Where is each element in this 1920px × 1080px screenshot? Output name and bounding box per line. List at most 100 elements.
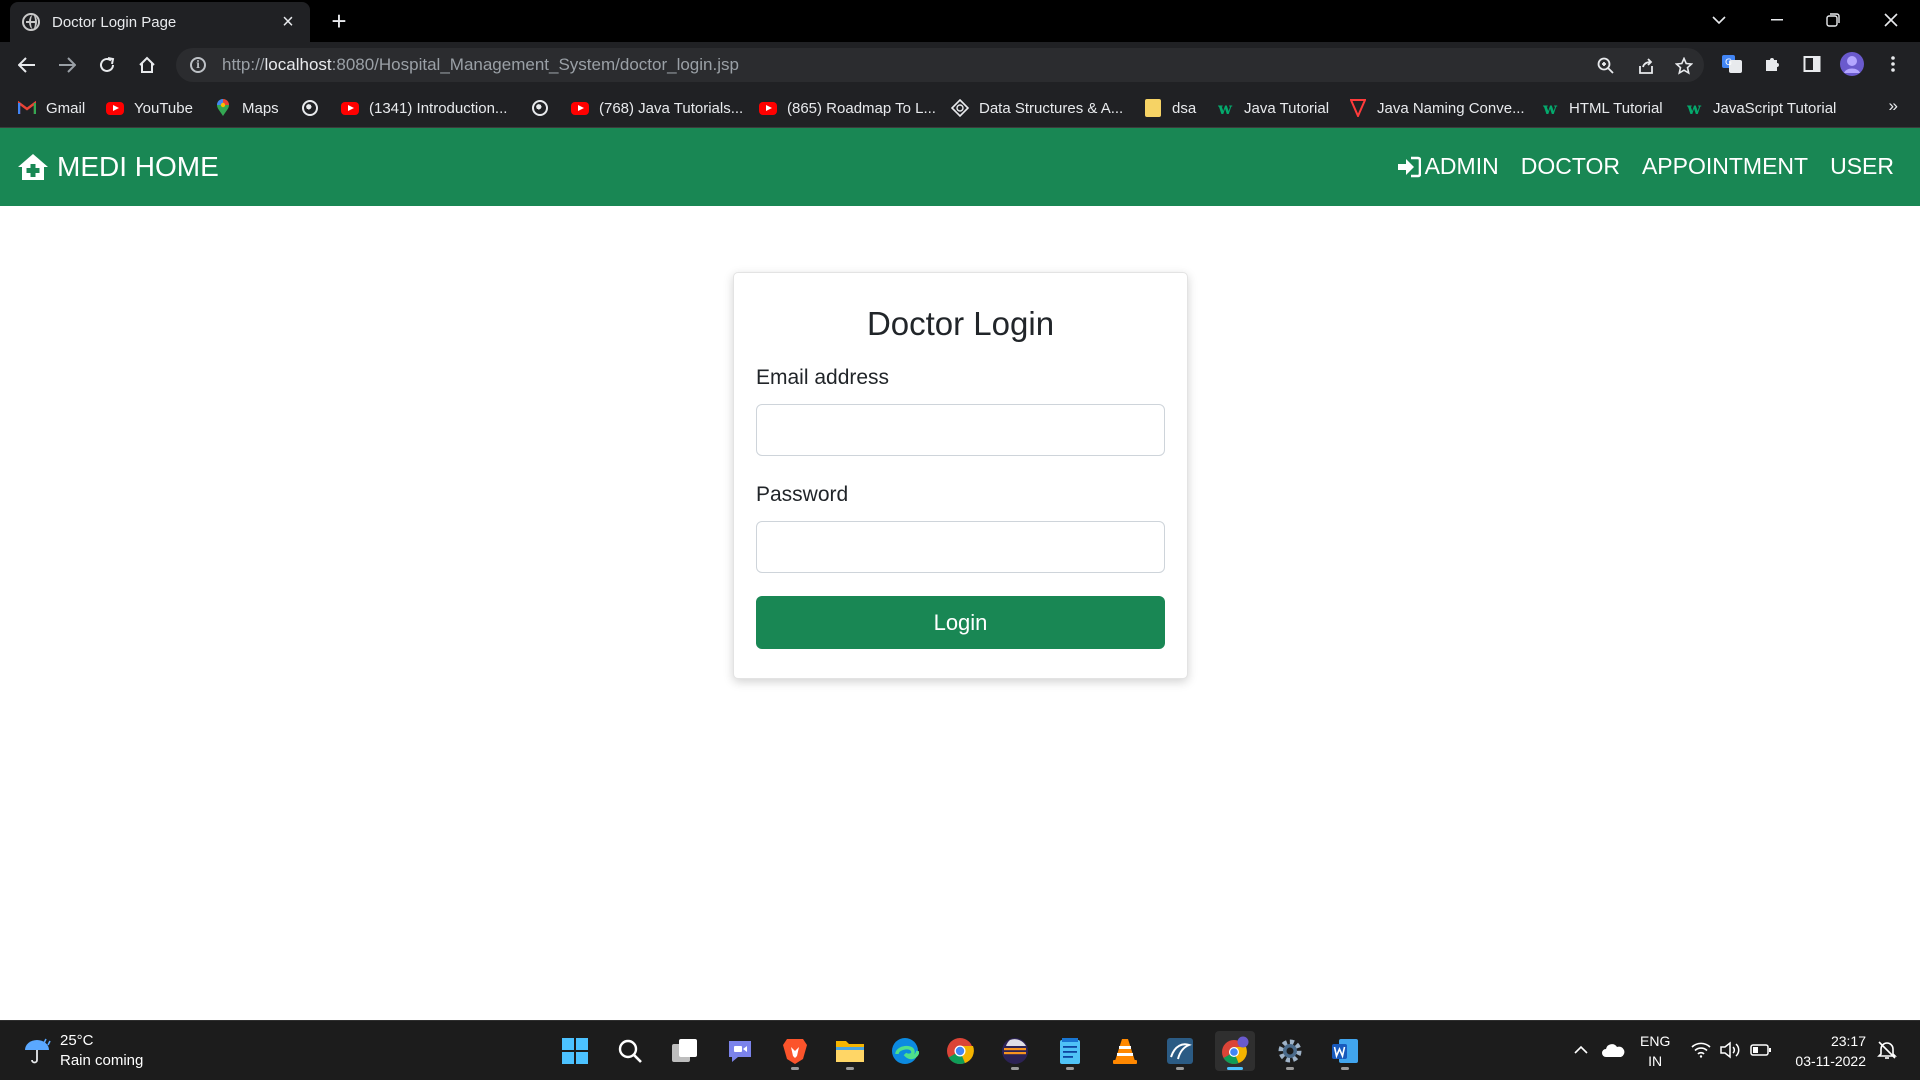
login-button[interactable]: Login [756,596,1165,649]
bookmark-label: dsa [1172,99,1197,117]
word-icon [1332,1039,1358,1063]
wifi-icon[interactable] [1688,1033,1714,1067]
profile-avatar-icon[interactable] [1838,50,1866,78]
url-text: http://localhost:8080/Hospital_Managemen… [222,55,739,75]
close-tab-icon[interactable]: × [278,12,298,32]
home-button[interactable] [132,50,162,80]
taskbar-chrome-profile-app[interactable] [1215,1031,1255,1071]
bookmark-youtube-java-tutorials[interactable]: (768) Java Tutorials... [571,96,743,120]
tab-search-icon[interactable] [1696,0,1742,40]
onedrive-tray-icon[interactable] [1598,1033,1628,1067]
bookmark-youtube-roadmap[interactable]: (865) Roadmap To L... [759,96,936,120]
taskbar-database-app[interactable] [1160,1031,1200,1071]
bookmark-maps[interactable]: Maps [214,96,279,120]
bookmark-globe[interactable] [531,96,559,120]
w3schools-icon: w [1543,98,1557,118]
globe-icon [301,99,319,117]
bookmark-java-naming[interactable]: Java Naming Conve... [1349,96,1525,120]
minimize-button[interactable] [1754,0,1800,40]
running-indicator [1176,1067,1184,1070]
svg-text:G: G [1725,58,1732,68]
sign-in-icon [1397,156,1421,177]
site-info-icon[interactable]: i [190,57,206,73]
taskbar-edge-app[interactable] [885,1031,925,1071]
email-field[interactable] [756,404,1165,456]
weather-text: 25°C Rain coming [60,1031,143,1071]
bookmark-star-icon[interactable] [1672,54,1696,78]
volume-icon[interactable] [1718,1033,1744,1067]
reload-button[interactable] [92,50,122,80]
side-panel-icon[interactable] [1798,50,1826,78]
bookmark-label: Java Naming Conve... [1377,99,1525,117]
notepad-icon [1060,1038,1080,1064]
taskbar-settings-app[interactable] [1270,1031,1310,1071]
bookmark-label: JavaScript Tutorial [1713,99,1837,117]
password-field[interactable] [756,521,1165,573]
restore-button[interactable] [1810,0,1856,40]
site-navbar: MEDI HOME ADMIN DOCTOR APPOINTMENT USER [0,128,1920,206]
battery-icon[interactable] [1748,1033,1774,1067]
browser-tab-strip: Doctor Login Page × + [0,0,1920,42]
running-indicator [1341,1067,1349,1070]
nav-links: ADMIN DOCTOR APPOINTMENT USER [1375,153,1894,180]
taskbar-brave-app[interactable] [775,1031,815,1071]
taskbar-chat-app[interactable] [720,1031,760,1071]
back-button[interactable] [12,50,42,80]
bookmark-label: Java Tutorial [1244,99,1330,117]
browser-tab[interactable]: Doctor Login Page × [10,2,310,42]
extensions-puzzle-icon[interactable] [1758,50,1786,78]
globe-icon [531,99,549,117]
brand-link[interactable]: MEDI HOME [17,151,219,183]
w3schools-icon: w [1218,98,1232,118]
nav-link-label: ADMIN [1424,153,1499,179]
nav-link-doctor[interactable]: DOCTOR [1521,153,1620,180]
login-title: Doctor Login [866,305,1055,342]
running-indicator [1066,1067,1074,1070]
translate-extension-icon[interactable]: G [1718,50,1746,78]
zoom-icon[interactable] [1594,54,1618,78]
taskbar-file-explorer-app[interactable] [830,1031,870,1071]
browser-menu-icon[interactable] [1879,50,1907,78]
input-language-indicator[interactable]: ENG IN [1640,1031,1670,1071]
youtube-icon [759,99,777,117]
task-view-icon [672,1039,697,1062]
notifications-icon[interactable] [1874,1033,1900,1067]
show-hidden-icons-button[interactable] [1570,1033,1592,1067]
start-button[interactable] [555,1031,595,1071]
forward-button[interactable] [52,50,82,80]
taskbar-vlc-app[interactable] [1105,1031,1145,1071]
bookmarks-bar: Gmail YouTube Maps (1341) Introduction..… [0,88,1920,128]
weather-widget[interactable]: 25°C Rain coming [22,1031,143,1071]
bookmark-youtube-introduction[interactable]: (1341) Introduction... [341,96,507,120]
running-indicator [1286,1067,1294,1070]
youtube-icon [571,99,589,117]
nav-link-appointment[interactable]: APPOINTMENT [1642,153,1808,180]
share-icon[interactable] [1634,54,1658,78]
nav-link-admin[interactable]: ADMIN [1397,153,1499,180]
taskbar-word-app[interactable] [1325,1031,1365,1071]
task-view-button[interactable] [665,1031,705,1071]
taskbar-chrome-app[interactable] [940,1031,980,1071]
nav-link-user[interactable]: USER [1830,153,1894,180]
taskbar-notepad-app[interactable] [1050,1031,1090,1071]
bookmarks-overflow-button[interactable]: » [1889,96,1898,116]
bookmark-html-tutorial[interactable]: w HTML Tutorial [1541,96,1663,120]
taskbar-eclipse-app[interactable] [995,1031,1035,1071]
bookmark-data-structures[interactable]: Data Structures & A... [951,96,1123,120]
bookmark-gmail[interactable]: Gmail [18,96,85,120]
new-tab-button[interactable]: + [326,8,352,34]
address-bar[interactable]: i http://localhost:8080/Hospital_Managem… [176,48,1704,82]
clock-time: 23:17 [1830,1033,1866,1049]
bookmark-globe[interactable] [301,96,329,120]
bookmark-javascript-tutorial[interactable]: w JavaScript Tutorial [1685,96,1836,120]
chrome-profile-icon [1222,1036,1249,1064]
brave-icon [783,1039,807,1064]
taskbar-clock[interactable]: 23:17 03-11-2022 [1795,1031,1866,1071]
brand-name: MEDI HOME [57,151,219,182]
close-window-button[interactable] [1868,0,1914,40]
bookmark-youtube[interactable]: YouTube [106,96,193,120]
bookmark-java-tutorial[interactable]: w Java Tutorial [1216,96,1329,120]
folder-icon [1144,99,1162,117]
taskbar-search-button[interactable] [610,1031,650,1071]
bookmark-folder-dsa[interactable]: dsa [1144,96,1196,120]
